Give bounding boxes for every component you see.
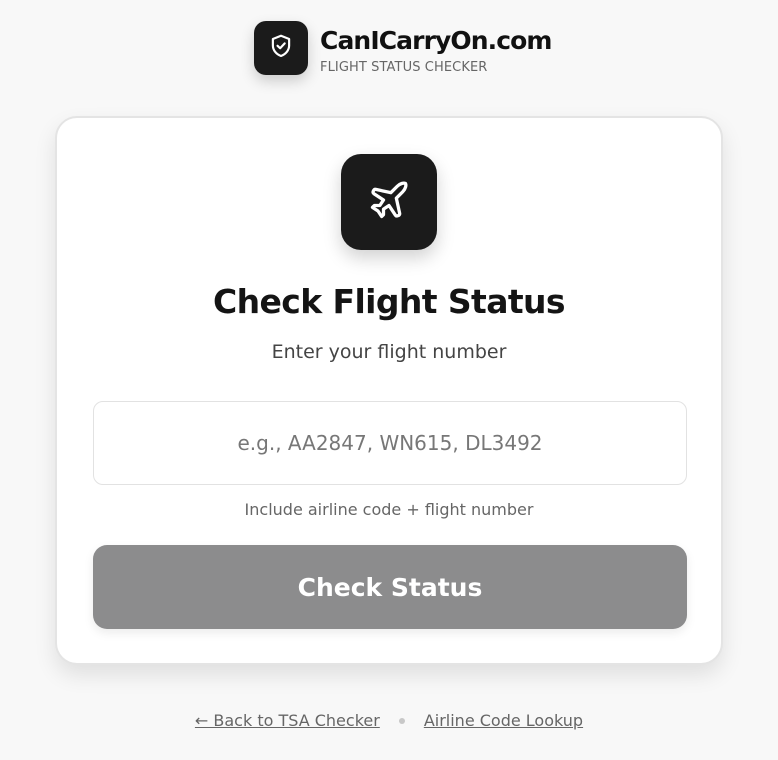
brand-subtitle: FLIGHT STATUS CHECKER: [320, 60, 488, 75]
airplane-icon: [367, 178, 411, 226]
card-subtitle: Enter your flight number: [271, 341, 507, 363]
flight-status-card: Check Flight Status Enter your flight nu…: [55, 116, 723, 665]
card-title: Check Flight Status: [213, 282, 566, 321]
brand-name[interactable]: CanICarryOn.com: [320, 26, 552, 56]
plane-badge: [341, 154, 437, 250]
separator-dot: [398, 717, 405, 724]
brand: CanICarryOn.com FLIGHT STATUS CHECKER: [320, 21, 552, 75]
logo[interactable]: [254, 21, 308, 75]
site-header: CanICarryOn.com FLIGHT STATUS CHECKER: [254, 21, 552, 75]
flight-number-input[interactable]: [93, 401, 687, 485]
check-status-button[interactable]: Check Status: [93, 545, 687, 629]
input-hint: Include airline code + flight number: [244, 500, 534, 519]
airline-code-lookup-link[interactable]: Airline Code Lookup: [424, 711, 583, 730]
footer-links: ← Back to TSA Checker Airline Code Looku…: [0, 711, 778, 730]
back-to-tsa-link[interactable]: ← Back to TSA Checker: [195, 711, 380, 730]
shield-check-icon: [268, 33, 294, 63]
